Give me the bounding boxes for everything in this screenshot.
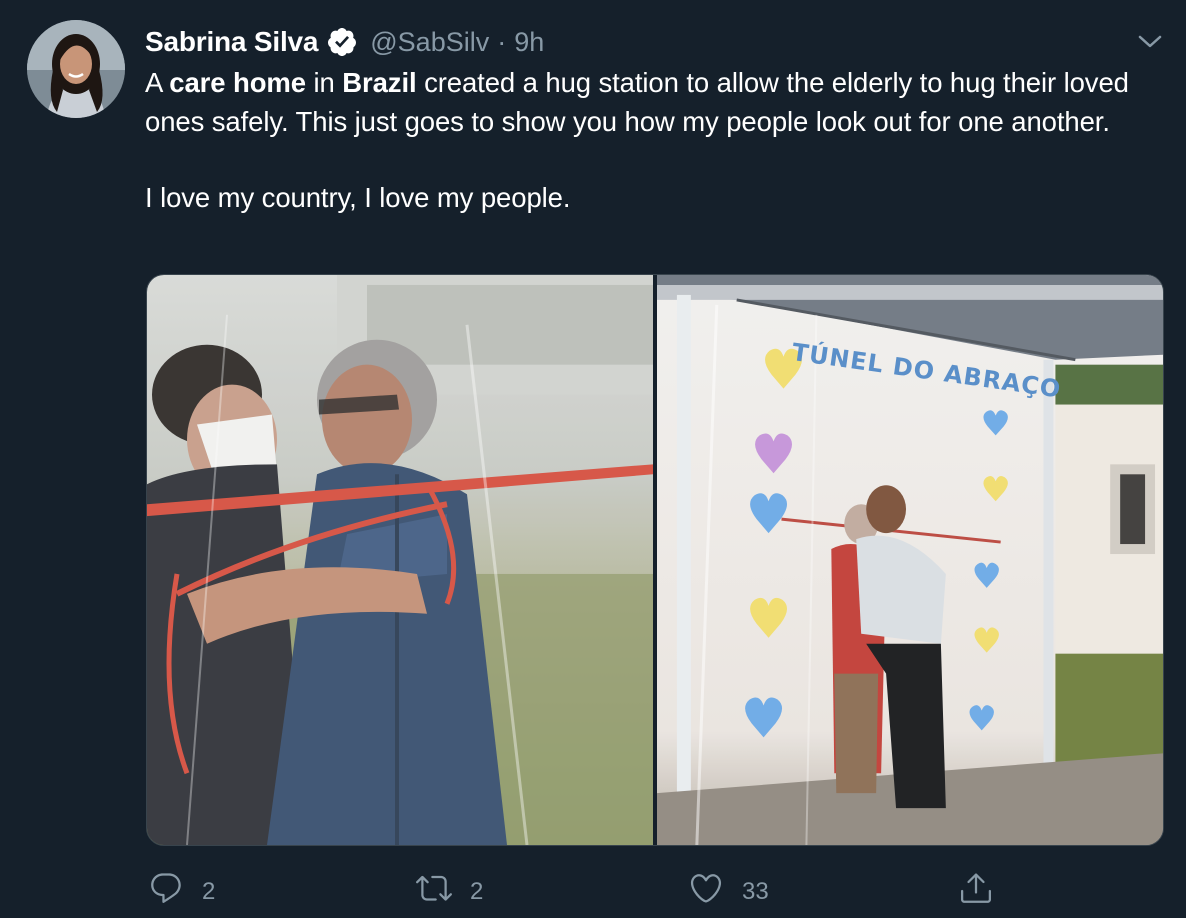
share-icon [958,870,994,913]
tweet-paragraph-1: A care home in Brazil created a hug stat… [145,64,1175,141]
bold-text: Brazil [342,67,417,98]
tweet-text: A care home in Brazil created a hug stat… [145,64,1175,218]
reply-icon [148,870,184,913]
like-count: 33 [742,877,769,905]
text-segment: A [145,67,170,98]
retweet-icon [416,870,452,913]
tweet-header: Sabrina Silva @SabSilv · 9h [145,24,544,60]
tweet[interactable]: Sabrina Silva @SabSilv · 9h A care home … [0,0,1186,918]
separator-dot: · [497,26,507,57]
retweet-count: 2 [470,877,484,905]
media-grid [146,274,1164,846]
chevron-down-icon[interactable] [1136,32,1164,52]
handle[interactable]: @SabSilv [370,27,489,58]
reply-button[interactable]: 2 [148,870,215,913]
display-name[interactable]: Sabrina Silva [145,26,318,58]
photo-hug-closeup[interactable] [147,275,653,845]
avatar[interactable] [27,20,125,118]
share-button[interactable] [958,870,994,913]
bold-text: care home [169,67,306,98]
tweet-actions: 2 2 33 [0,862,1186,912]
tweet-paragraph-2: I love my country, I love my people. [145,182,571,213]
text-segment: in [305,67,343,98]
timestamp[interactable]: 9h [514,27,544,58]
heart-icon [688,870,724,913]
reply-count: 2 [202,877,216,905]
verified-badge-icon [326,26,358,58]
retweet-button[interactable]: 2 [416,870,483,913]
like-button[interactable]: 33 [688,870,769,913]
